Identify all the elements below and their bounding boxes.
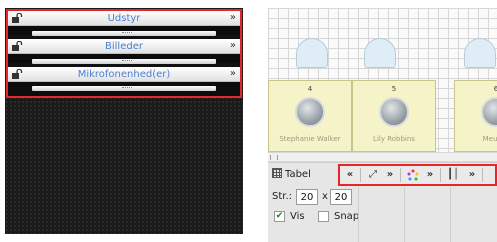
seat-number: 6 <box>493 85 497 93</box>
chair-icon[interactable] <box>364 38 396 68</box>
layout-editor: 4 Stephanie Walker 5 Lily Robbins 6 Meur… <box>268 8 497 242</box>
toolbar-tools: « ⤢ » » ┃│ » <box>338 164 497 186</box>
microphone-icon[interactable] <box>295 97 325 127</box>
expand-right-icon[interactable]: » <box>424 168 436 182</box>
section-body-mikrofonenheder <box>8 82 240 96</box>
section-header-mikrofonenheder[interactable]: Mikrofonenhed(er) » <box>8 67 240 82</box>
chair-icon[interactable] <box>464 38 496 68</box>
microphone-icon[interactable] <box>379 97 409 127</box>
section-header-billeder[interactable]: Billeder » <box>8 39 240 54</box>
fit-to-screen-icon[interactable]: ⤢ <box>366 168 380 182</box>
unlock-icon[interactable] <box>11 13 23 23</box>
section-body-billeder <box>8 54 240 64</box>
resize-handle[interactable] <box>32 86 216 91</box>
grid-height-input[interactable] <box>330 189 352 205</box>
snap-label: Snap <box>334 211 360 222</box>
seat-name: Lily Robbins <box>373 135 415 143</box>
unlock-icon[interactable] <box>11 69 23 79</box>
expand-right-icon[interactable]: » <box>466 168 478 182</box>
seat-name: Meurier <box>482 135 497 143</box>
collapse-left-icon[interactable]: « <box>344 168 356 182</box>
scrollbar-thumb[interactable] <box>270 155 278 160</box>
section-title: Billeder <box>105 41 143 52</box>
color-palette-icon[interactable] <box>406 168 420 182</box>
grid-width-input[interactable] <box>296 189 318 205</box>
seat-card[interactable]: 5 Lily Robbins <box>352 80 436 152</box>
seat-number: 5 <box>391 85 397 93</box>
left-panel: Udstyr » Billeder » Mikrofonenhed(er) » <box>5 8 243 234</box>
seat-card[interactable]: 6 Meurier <box>454 80 497 152</box>
section-body-udstyr <box>8 26 240 36</box>
show-grid-checkbox[interactable]: ✔ <box>274 211 285 222</box>
resize-handle[interactable] <box>32 59 216 64</box>
snap-checkbox[interactable] <box>318 211 329 222</box>
section-header-udstyr[interactable]: Udstyr » <box>8 11 240 26</box>
section-title: Udstyr <box>107 13 141 24</box>
size-separator: x <box>322 191 328 202</box>
microphone-icon[interactable] <box>481 97 497 127</box>
show-grid-label: Vis <box>290 211 305 222</box>
size-label: Str.: <box>272 191 293 202</box>
tab-label: Tabel <box>285 169 311 180</box>
table-grid-icon <box>272 168 282 178</box>
expand-right-icon[interactable]: » <box>384 168 396 182</box>
accordion-panel: Udstyr » Billeder » Mikrofonenhed(er) » <box>6 9 242 98</box>
layout-canvas[interactable]: 4 Stephanie Walker 5 Lily Robbins 6 Meur… <box>268 8 497 156</box>
seat-row: 4 Stephanie Walker 5 Lily Robbins 6 Meur… <box>268 80 497 152</box>
double-chevron-down-icon[interactable]: » <box>230 40 236 52</box>
chair-icon[interactable] <box>296 38 328 68</box>
column-layout-icon[interactable]: ┃│ <box>446 168 460 182</box>
horizontal-scrollbar[interactable] <box>268 152 497 162</box>
double-chevron-down-icon[interactable]: » <box>230 12 236 24</box>
double-chevron-down-icon[interactable]: » <box>230 68 236 80</box>
tab-tabel[interactable]: Tabel <box>272 168 311 182</box>
section-title: Mikrofonenhed(er) <box>77 69 171 80</box>
seat-name: Stephanie Walker <box>279 135 341 143</box>
resize-handle[interactable] <box>32 31 216 36</box>
unlock-icon[interactable] <box>11 41 23 51</box>
properties-toolbar: Tabel « ⤢ » » ┃│ » Str.: x <box>268 162 497 242</box>
seat-card[interactable]: 4 Stephanie Walker <box>268 80 352 152</box>
seat-number: 4 <box>307 85 313 93</box>
